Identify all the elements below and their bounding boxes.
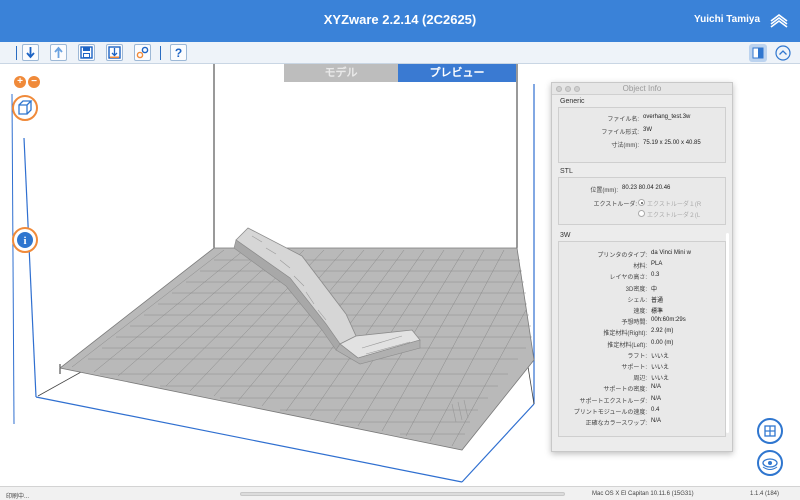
- status-bar: 印刷中... Mac OS X El Capitan 10.11.6 (15G3…: [0, 486, 800, 500]
- info-row-value: いいえ: [651, 376, 670, 383]
- info-row-value: da Vinci Mini w: [651, 250, 691, 256]
- section-label-3w: 3W: [560, 232, 571, 239]
- export-button[interactable]: [50, 44, 67, 61]
- grid-view-icon: [764, 425, 776, 437]
- info-row-value: 0.4: [651, 406, 660, 413]
- window-title: XYZware 2.2.14 (2C2625): [323, 12, 477, 27]
- object-info-panel: Object Info Generic ファイル名: overhang_test.…: [551, 82, 733, 452]
- info-row-key: シェル:: [627, 297, 647, 304]
- info-row-key: レイヤの高さ:: [609, 275, 648, 282]
- print-button[interactable]: [106, 44, 123, 61]
- stl-section: 位置(mm): 80.23 80.04 20.46 エクストルーダ: エクストルー…: [558, 177, 726, 225]
- info-row-key: ラフト:: [627, 353, 647, 360]
- view-cube-button[interactable]: [12, 95, 38, 121]
- rotate-view-button[interactable]: [757, 450, 783, 476]
- tab-model[interactable]: モデル: [284, 64, 398, 82]
- info-row-key: 予想時間:: [621, 320, 647, 327]
- layout-view-button[interactable]: [757, 418, 783, 444]
- export-icon: [54, 46, 63, 58]
- panel-title: Object Info: [622, 84, 662, 93]
- title-bar: XYZware 2.2.14 (2C2625) Yuichi Tamiya: [0, 0, 800, 42]
- save-icon: [80, 46, 93, 59]
- generic-section: ファイル名: overhang_test.3w ファイル形式: 3W 寸法(mm):…: [558, 107, 726, 163]
- user-name[interactable]: Yuichi Tamiya: [694, 14, 760, 25]
- chevron-up-icon: [775, 45, 791, 61]
- settings-button[interactable]: [134, 44, 151, 61]
- help-button[interactable]: ?: [170, 44, 187, 61]
- info-row-key: プリンタのタイプ:: [597, 253, 647, 259]
- threew-section: プリンタのタイプ: da Vinci Mini w 材料: PLA レイヤの高さ: 0.3…: [558, 241, 726, 437]
- info-row-key: 3D密度:: [625, 286, 647, 293]
- object-info-toggle[interactable]: [749, 44, 767, 62]
- section-label-generic: Generic: [560, 98, 585, 105]
- info-row-value: 普通: [651, 297, 664, 304]
- eye-rotate-icon: [762, 458, 778, 470]
- info-row-key: サポート:: [621, 365, 647, 371]
- info-row-value: いいえ: [651, 365, 670, 371]
- status-text: 印刷中...: [6, 494, 30, 500]
- info-row-value: 標準: [651, 309, 664, 315]
- info-icon: i: [17, 232, 33, 248]
- zoom-in-button[interactable]: +: [14, 76, 26, 88]
- info-row-value: PLA: [651, 261, 663, 268]
- cube-icon: [18, 100, 33, 115]
- toolbar-separator: [160, 46, 161, 60]
- radio-extruder-1[interactable]: [638, 199, 645, 206]
- collapse-button[interactable]: [774, 44, 792, 62]
- info-row-key: 速度:: [633, 309, 647, 315]
- info-button[interactable]: i: [12, 227, 38, 253]
- info-row-key: 推定材料(Left):: [607, 342, 647, 349]
- info-row-value: 0.00 (m): [651, 339, 674, 346]
- save-button[interactable]: [78, 44, 95, 61]
- frame-line-blue: [11, 93, 15, 425]
- panel-header: Object Info: [552, 83, 732, 95]
- info-panel-icon: [752, 47, 764, 59]
- info-row-key: 材料:: [633, 264, 647, 271]
- svg-text:?: ?: [175, 46, 182, 60]
- import-button[interactable]: [22, 44, 39, 61]
- extruder-label: エクストルーダ:: [593, 202, 638, 208]
- radio-extruder-2[interactable]: [638, 210, 645, 217]
- info-row-key: サポートエクストルーダ:: [579, 398, 648, 405]
- info-row-value: N/A: [651, 395, 662, 402]
- info-row-value: 00h:60m:29s: [651, 317, 686, 324]
- os-version: Mac OS X El Capitan 10.11.6 (15G31): [592, 491, 694, 497]
- xyz-logo-icon: [770, 14, 788, 28]
- info-row-value: 0.3: [651, 272, 660, 279]
- info-row-value: 2.92 (m): [651, 328, 674, 335]
- svg-text:i: i: [23, 235, 26, 247]
- print-icon: [108, 46, 121, 59]
- help-icon: ?: [175, 46, 182, 60]
- tab-preview[interactable]: プレビュー: [398, 64, 516, 82]
- info-row-key: 正確なカラースワップ:: [585, 421, 647, 427]
- info-row-key: 周辺:: [633, 376, 647, 383]
- panel-scrollbar[interactable]: [726, 233, 729, 433]
- import-icon: [26, 47, 35, 59]
- toolbar-separator: [16, 46, 17, 60]
- settings-icon: [136, 46, 149, 59]
- app-version: 1.1.4 (184): [750, 491, 780, 497]
- frame-line-blue: [23, 137, 37, 398]
- info-row-value: 中: [651, 286, 658, 293]
- info-row-value: N/A: [651, 384, 662, 391]
- info-row-key: サポートの密度:: [603, 387, 647, 394]
- progress-bar: [240, 492, 565, 496]
- toolbar: ?: [0, 42, 800, 64]
- info-row-value: N/A: [651, 418, 662, 424]
- section-label-stl: STL: [560, 168, 573, 175]
- zoom-out-button[interactable]: −: [28, 76, 40, 88]
- info-row-value: いいえ: [651, 353, 670, 360]
- info-row-key: 推定材料(Right):: [603, 331, 647, 338]
- info-row-key: プリントモジュールの速度:: [573, 409, 647, 416]
